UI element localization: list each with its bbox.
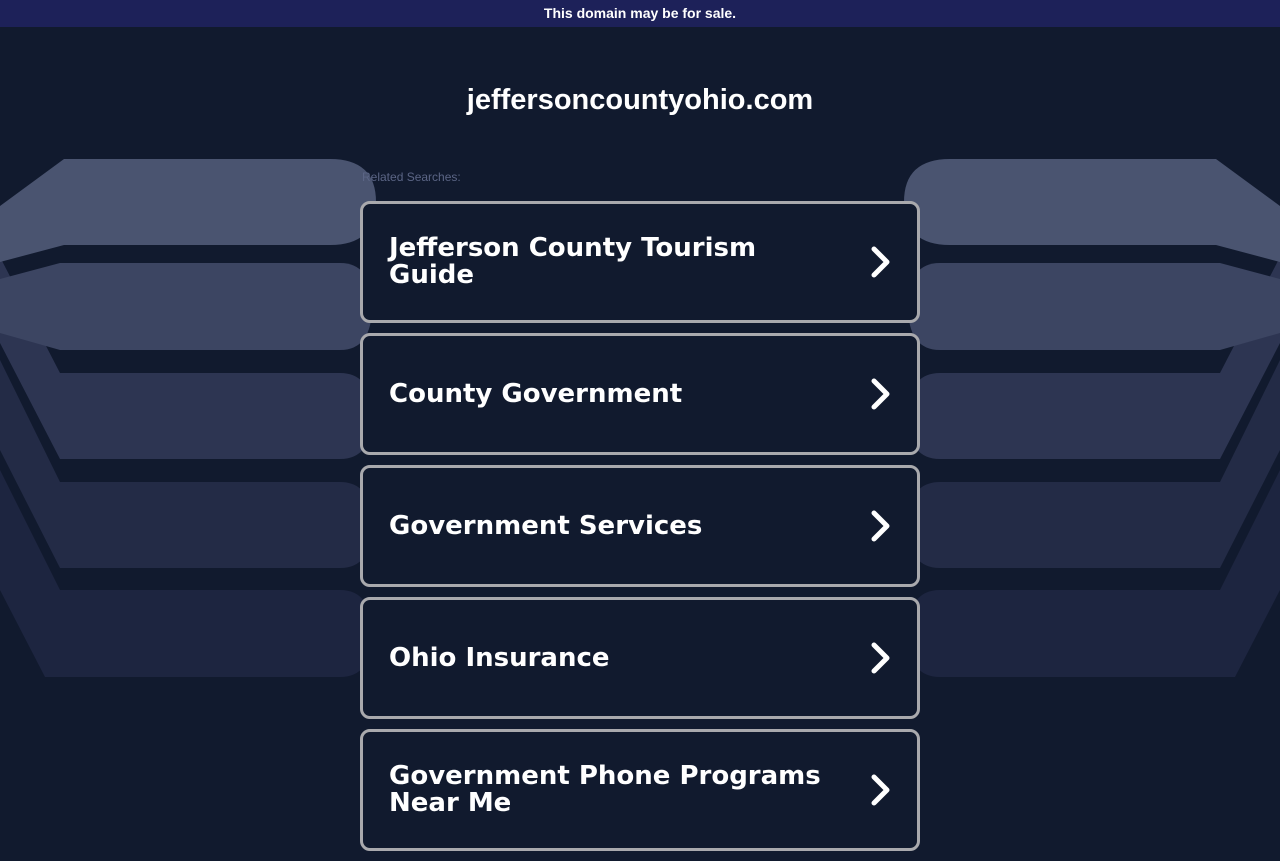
related-search-label[interactable]: Government Services xyxy=(363,512,772,540)
chevron-right-icon[interactable] xyxy=(867,377,893,411)
related-search-link[interactable]: Ohio Insurance xyxy=(360,597,920,719)
related-search-label[interactable]: Government Phone Programs Near Me xyxy=(363,763,917,817)
chevron-right-icon[interactable] xyxy=(867,773,893,807)
related-searches-label: Related Searches: xyxy=(362,170,461,184)
related-searches-list: Jefferson County Tourism Guide County Go… xyxy=(360,201,920,861)
chevron-right-icon[interactable] xyxy=(867,641,893,675)
for-sale-banner-text[interactable]: This domain may be for sale. xyxy=(544,5,736,21)
bg-shape-left-1 xyxy=(0,159,376,262)
for-sale-banner[interactable]: This domain may be for sale. xyxy=(0,0,1280,27)
chevron-right-icon[interactable] xyxy=(867,509,893,543)
related-search-link[interactable]: Jefferson County Tourism Guide xyxy=(360,201,920,323)
related-search-label[interactable]: Ohio Insurance xyxy=(363,644,680,672)
bg-shape-right-2 xyxy=(908,263,1280,350)
related-search-label[interactable]: County Government xyxy=(363,380,752,408)
related-search-link[interactable]: Government Phone Programs Near Me xyxy=(360,729,920,851)
related-search-label[interactable]: Jefferson County Tourism Guide xyxy=(363,235,917,289)
domain-title: jeffersoncountyohio.com xyxy=(466,84,814,116)
bg-shape-right-1 xyxy=(904,159,1280,262)
bg-shape-left-2 xyxy=(0,263,372,350)
related-search-link[interactable]: County Government xyxy=(360,333,920,455)
chevron-right-icon[interactable] xyxy=(867,245,893,279)
related-search-link[interactable]: Government Services xyxy=(360,465,920,587)
